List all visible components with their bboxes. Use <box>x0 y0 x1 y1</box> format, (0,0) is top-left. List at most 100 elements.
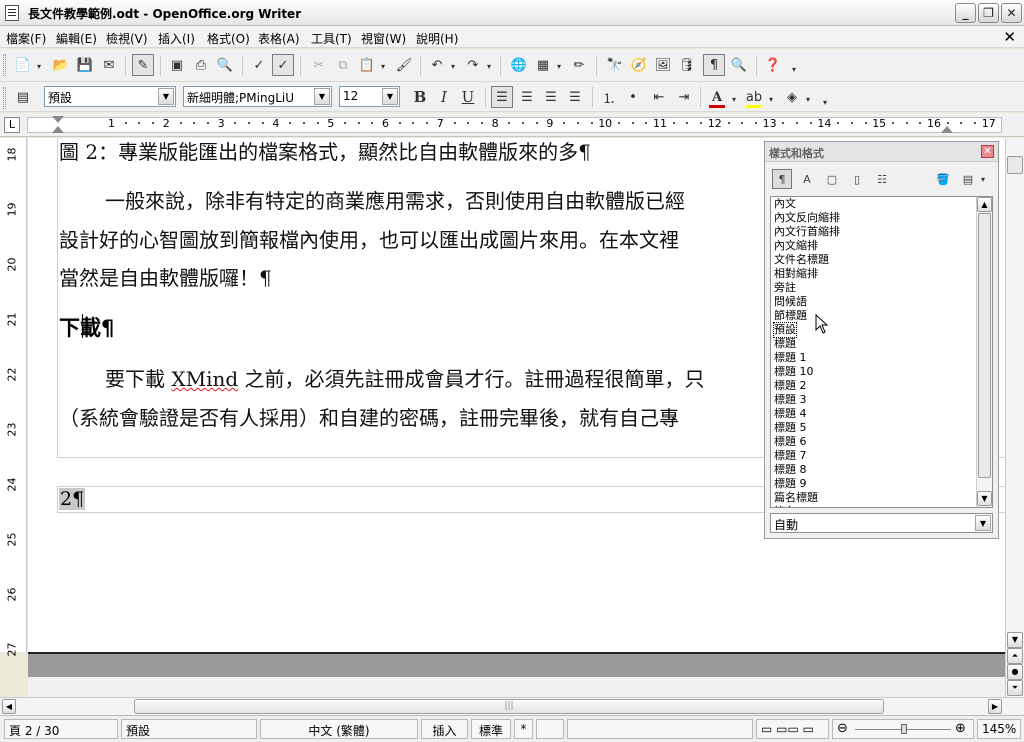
menu-edit[interactable]: 編輯(E) <box>56 30 97 47</box>
selection-mode-indicator[interactable]: 標準 <box>471 719 511 739</box>
style-list-item[interactable]: 標題 6 <box>774 435 807 449</box>
minimize-button[interactable]: _ <box>955 3 976 23</box>
export-pdf-icon[interactable]: ▣ <box>166 54 188 76</box>
style-list-item[interactable]: 標題 10 <box>774 365 814 379</box>
align-center-icon[interactable]: ☰ <box>516 86 538 108</box>
character-styles-icon[interactable]: A <box>797 169 817 189</box>
style-list-item[interactable]: 內文縮排 <box>774 239 818 253</box>
view-layout-control[interactable]: ▭ ▭▭ ▭ <box>756 719 829 739</box>
toolbar-options-icon[interactable]: ▾ <box>792 65 800 74</box>
menu-format[interactable]: 格式(O) <box>207 30 250 47</box>
style-list-item[interactable]: 文件名標題 <box>774 253 829 267</box>
open-icon[interactable]: 📂 <box>50 54 72 76</box>
font-color-dropdown-icon[interactable]: ▾ <box>732 95 740 104</box>
paragraph-line[interactable]: 要下載 XMind 之前，必須先註冊成會員才行。註冊過程很簡單，只 <box>105 363 705 392</box>
next-page-icon[interactable]: ⏷ <box>1007 680 1023 696</box>
style-list-item[interactable]: 標題 <box>774 337 796 351</box>
style-list-item[interactable]: 標題 5 <box>774 421 807 435</box>
misspelled-word[interactable]: XMind <box>171 367 238 391</box>
chevron-down-icon[interactable]: ▼ <box>382 88 398 105</box>
increase-indent-icon[interactable]: ⇥ <box>673 86 695 108</box>
scroll-left-icon[interactable]: ◀ <box>2 699 16 714</box>
spellcheck-icon[interactable]: ✓ <box>248 54 270 76</box>
figure-caption[interactable]: 圖 2：專業版能匯出的檔案格式，顯然比自由軟體版來的多¶ <box>59 138 591 165</box>
toolbar-options-icon[interactable]: ▾ <box>823 98 831 107</box>
navigator-icon[interactable]: 🧭 <box>628 54 650 76</box>
zoom-icon[interactable]: 🔍 <box>728 54 750 76</box>
zoom-out-icon[interactable]: ⊖ <box>837 721 848 736</box>
paragraph-line[interactable]: 一般來說，除非有特定的商業應用需求，否則使用自由軟體版已經 <box>105 185 685 214</box>
page-style-indicator[interactable]: 預設 <box>121 719 257 739</box>
format-paintbrush-icon[interactable]: 🖌 <box>393 54 415 76</box>
paragraph-line[interactable]: 設計好的心智圖放到簡報檔內使用，也可以匯出成圖片來用。在本文裡 <box>59 224 679 253</box>
horizontal-scroll-thumb[interactable]: ||| <box>134 699 884 714</box>
style-list-item[interactable]: 標題 2 <box>774 379 807 393</box>
new-document-icon[interactable]: 📄 <box>12 54 34 76</box>
print-icon[interactable]: ⎙ <box>190 54 212 76</box>
insert-mode-indicator[interactable]: 插入 <box>421 719 468 739</box>
language-indicator[interactable]: 中文 (繁體) <box>260 719 418 739</box>
background-dropdown-icon[interactable]: ▾ <box>806 95 814 104</box>
right-indent-marker[interactable] <box>941 126 953 133</box>
table-dropdown-icon[interactable]: ▾ <box>557 62 565 71</box>
cut-icon[interactable]: ✂ <box>308 54 330 76</box>
menu-table[interactable]: 表格(A) <box>258 30 300 47</box>
chevron-down-icon[interactable]: ▼ <box>158 88 174 105</box>
toolbar-grip[interactable] <box>3 87 6 109</box>
justify-icon[interactable]: ☰ <box>564 86 586 108</box>
bullets-icon[interactable]: • <box>622 86 644 108</box>
style-filter-select[interactable]: 自動 ▼ <box>770 513 993 533</box>
show-draw-functions-icon[interactable]: ✏ <box>568 54 590 76</box>
restore-button[interactable]: ❐ <box>978 3 999 23</box>
paragraph-line[interactable]: 當然是自由軟體版囉！¶ <box>59 262 272 291</box>
highlight-dropdown-icon[interactable]: ▾ <box>769 95 777 104</box>
style-list-item[interactable]: 問候語 <box>774 295 807 309</box>
style-list-item[interactable]: 預設 <box>773 322 797 338</box>
style-list-item[interactable]: 旁註 <box>774 281 796 295</box>
previous-page-icon[interactable]: ⏶ <box>1007 648 1023 664</box>
email-icon[interactable]: ✉ <box>98 54 120 76</box>
align-right-icon[interactable]: ☰ <box>540 86 562 108</box>
style-list-item[interactable]: 標題 3 <box>774 393 807 407</box>
align-left-icon[interactable]: ☰ <box>491 86 513 108</box>
document-close-icon[interactable]: ✕ <box>1003 28 1016 46</box>
scroll-up-icon[interactable]: ▲ <box>977 197 992 212</box>
vertical-ruler[interactable]: 18 19 20 21 22 23 24 25 26 27 <box>0 138 27 657</box>
left-indent-marker[interactable] <box>52 126 64 133</box>
style-list[interactable]: 內文 內文反向縮排 內文行首縮排 內文縮排 文件名標題 相對縮排 旁註 問候語 節標題 預設 標題標… <box>770 196 993 508</box>
zoom-slider-thumb[interactable] <box>901 724 907 734</box>
paste-icon[interactable]: 📋 <box>356 54 378 76</box>
vertical-scroll-thumb[interactable] <box>1007 156 1023 174</box>
first-line-indent-marker[interactable] <box>52 116 64 123</box>
scroll-right-icon[interactable]: ▶ <box>988 699 1002 714</box>
undo-dropdown-icon[interactable]: ▾ <box>451 62 459 71</box>
data-sources-icon[interactable]: 🛢 <box>676 54 698 76</box>
gallery-icon[interactable]: 🖼 <box>652 54 674 76</box>
bold-button[interactable]: B <box>409 86 431 108</box>
auto-spellcheck-icon[interactable]: ✓ <box>272 54 294 76</box>
edit-mode-icon[interactable]: ✎ <box>132 54 154 76</box>
table-icon[interactable]: ▦ <box>532 54 554 76</box>
page-indicator[interactable]: 頁 2 / 30 <box>4 719 118 739</box>
style-list-scrollbar[interactable]: ▲ ▼ <box>976 197 992 507</box>
section-heading[interactable]: 下載¶ <box>59 312 114 342</box>
horizontal-ruler[interactable]: L 1 2 3 4 5 6 7 8 9 10 11 12 13 14 15 16 17 <box>0 113 1024 137</box>
style-list-item[interactable]: 標題 9 <box>774 477 807 491</box>
style-list-item[interactable]: 篇名標題 <box>774 491 818 505</box>
help-icon[interactable]: ❓ <box>762 54 784 76</box>
style-list-item[interactable]: 相對縮排 <box>774 267 818 281</box>
menu-view[interactable]: 檢視(V) <box>106 30 148 47</box>
scroll-down-icon[interactable]: ▼ <box>977 491 992 506</box>
zoom-slider[interactable]: ⊖ ⊕ <box>832 719 974 739</box>
print-preview-icon[interactable]: 🔍 <box>214 54 236 76</box>
new-dropdown-icon[interactable]: ▾ <box>37 62 45 71</box>
font-name-combo[interactable]: 新細明體;PMingLiU ▼ <box>183 86 332 107</box>
scroll-down-icon[interactable]: ▼ <box>1007 632 1023 648</box>
style-list-item[interactable]: 標題 7 <box>774 449 807 463</box>
list-styles-icon[interactable]: ☷ <box>872 169 892 189</box>
chevron-down-icon[interactable]: ▼ <box>975 515 991 531</box>
font-size-combo[interactable]: 12 ▼ <box>339 86 400 107</box>
menu-tools[interactable]: 工具(T) <box>311 30 352 47</box>
style-list-scroll-thumb[interactable] <box>978 213 991 478</box>
vertical-scrollbar[interactable]: ▼ ⏶ ● ⏷ <box>1005 138 1024 697</box>
